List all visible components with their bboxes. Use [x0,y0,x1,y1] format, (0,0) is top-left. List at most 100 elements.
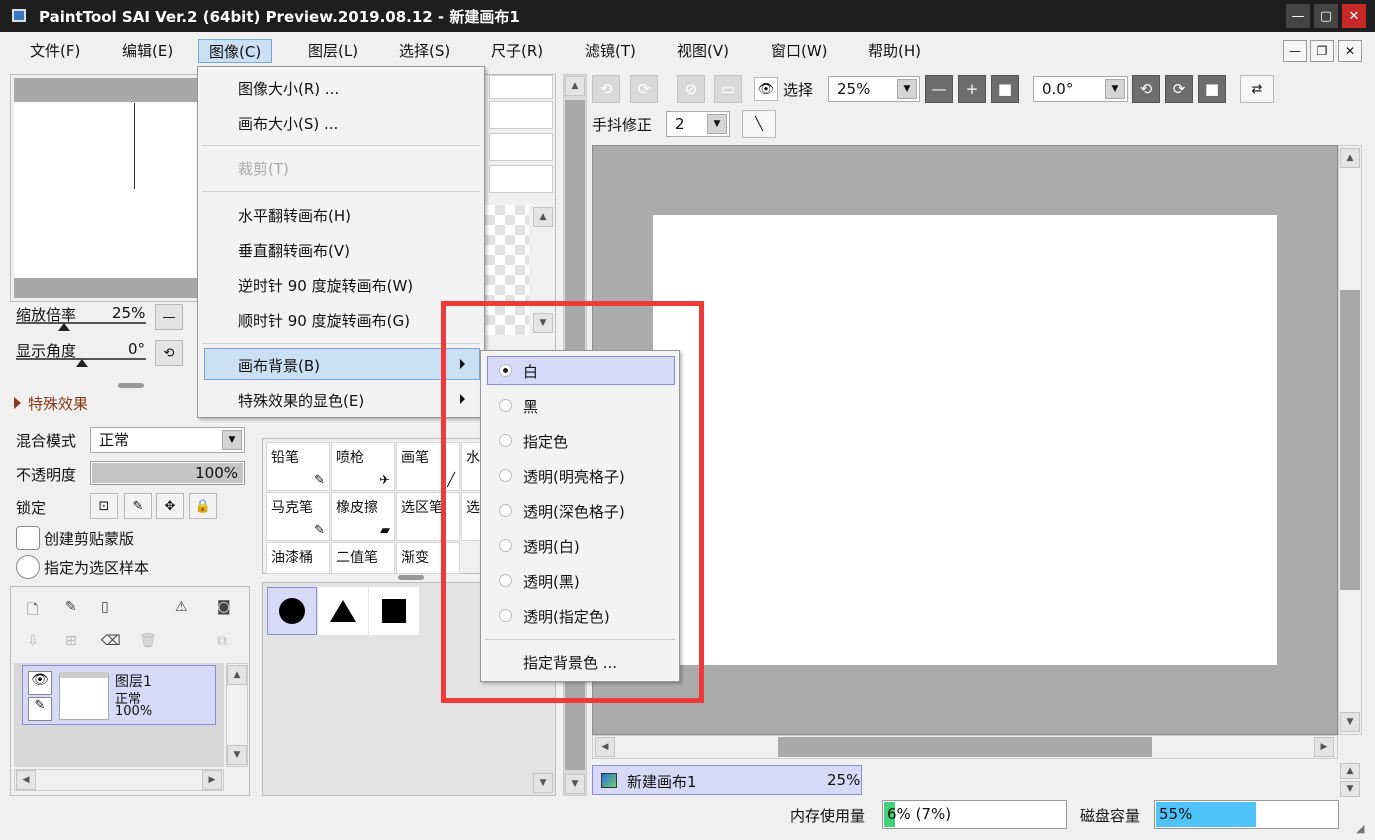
radio-black[interactable] [499,399,512,412]
flip-horizontal-icon[interactable]: ⇄ [1240,75,1274,103]
color-field-2[interactable] [489,101,553,129]
trash-icon[interactable]: 🗑 [139,633,157,649]
new-layer-icon[interactable]: 🗋 [27,599,38,623]
canvas-scroll-down[interactable]: ▼ [1340,712,1360,732]
radio-transparent-dark[interactable] [499,504,512,517]
canvas-vscroll-thumb[interactable] [1340,290,1360,590]
canvas-scroll-right[interactable]: ▶ [1314,737,1334,757]
menu-image[interactable]: 图像(C) [198,39,273,63]
zoom-slider[interactable] [16,322,146,324]
show-selection-eye-icon[interactable]: 👁 [754,77,778,101]
color-field-1[interactable] [489,75,553,99]
bg-option-custom[interactable]: 指定色 [523,431,568,452]
menu-select[interactable]: 选择(S) [389,39,460,63]
menu-item-flip-h[interactable]: 水平翻转画布(H) [238,205,351,226]
close-button[interactable]: ✕ [1342,4,1366,28]
canvas-paper[interactable] [653,215,1277,665]
zoom-out-button[interactable]: — [925,75,953,103]
zoom-slider-thumb[interactable] [58,323,70,331]
color-field-3[interactable] [489,133,553,161]
side-scroll-up[interactable]: ▲ [565,76,585,96]
angle-slider-thumb[interactable] [76,359,88,367]
new-linework-icon[interactable]: ✎ [65,599,77,615]
tool-binary[interactable]: 二值笔 [331,542,395,574]
menu-layer[interactable]: 图层(L) [298,39,368,63]
shape-square[interactable] [369,587,419,635]
merge-down-icon[interactable]: ⇩ [27,633,39,649]
effects-label[interactable]: 特殊效果 [28,393,88,414]
layer-scroll-left[interactable]: ◀ [16,770,36,790]
lock-move-icon[interactable]: ✥ [156,493,184,519]
add-icon[interactable]: ⊞ [65,633,77,649]
menu-item-effect-color[interactable]: 特殊效果的显色(E) [238,390,364,411]
menu-view[interactable]: 视图(V) [667,39,739,63]
shape-scroll-down[interactable]: ▼ [533,773,553,793]
menu-item-rotate-ccw[interactable]: 逆时针 90 度旋转画布(W) [238,275,413,296]
tab-scroll-up[interactable]: ▲ [1340,763,1360,779]
bg-option-transparent-black[interactable]: 透明(黑) [523,571,580,592]
visibility-eye-icon[interactable]: 👁 [28,671,52,695]
edit-pencil-icon[interactable]: ✎ [28,697,52,721]
menu-edit[interactable]: 编辑(E) [112,39,183,63]
side-scroll-down[interactable]: ▼ [565,774,585,794]
mdi-close-button[interactable]: ✕ [1338,40,1362,62]
zoom-reset-button[interactable]: ■ [991,75,1019,103]
rotate-ccw-toolbar-button[interactable]: ⟲ [1132,75,1160,103]
stabilizer-select[interactable]: 2 ▼ [666,111,730,137]
bg-option-transparent-custom[interactable]: 透明(指定色) [523,606,610,627]
bg-option-transparent-light[interactable]: 透明(明亮格子) [523,466,625,487]
tool-brush[interactable]: 画笔 ╱ [396,442,460,491]
maximize-button[interactable]: ▢ [1314,4,1338,28]
menu-item-canvas-size[interactable]: 画布大小(S) ... [238,113,338,134]
sample-checkbox[interactable] [16,555,40,579]
bg-option-black[interactable]: 黑 [523,396,538,417]
tool-gradient[interactable]: 渐变 [396,542,460,574]
canvas-hscroll-thumb[interactable] [778,737,1152,757]
lock-all-icon[interactable]: 🔒 [189,493,217,519]
menu-filter[interactable]: 滤镜(T) [575,39,646,63]
radio-transparent-light[interactable] [499,469,512,482]
color-field-4[interactable] [489,165,553,193]
tool-pencil[interactable]: 铅笔 ✎ [266,442,330,491]
swatch-grid[interactable] [485,205,529,335]
effects-expander-icon[interactable] [14,397,21,409]
menu-window[interactable]: 窗口(W) [761,39,838,63]
bg-option-transparent-white[interactable]: 透明(白) [523,536,580,557]
bg-option-transparent-dark[interactable]: 透明(深色格子) [523,501,625,522]
menu-file[interactable]: 文件(F) [20,39,90,63]
radio-transparent-white[interactable] [499,539,512,552]
duplicate-icon[interactable]: ⧉ [217,633,227,649]
canvas-scroll-left[interactable]: ◀ [595,737,615,757]
sample-label[interactable]: 指定为选区样本 [44,557,149,578]
tool-splitter[interactable] [398,575,424,580]
deselect-button[interactable]: ⊘ [677,75,705,103]
layer-effect-icon[interactable]: ⚠ [175,599,188,615]
zoom-minus-button[interactable]: — [155,304,183,330]
tool-selpen[interactable]: 选区笔 [396,492,460,541]
menu-item-flip-v[interactable]: 垂直翻转画布(V) [238,240,350,261]
layer-scroll-right[interactable]: ▶ [202,770,222,790]
layer-scroll-down[interactable]: ▼ [227,745,247,765]
clear-icon[interactable]: ⌫ [101,633,121,649]
tool-bucket[interactable]: 油漆桶 [266,542,330,574]
tab-scroll-down[interactable]: ▼ [1340,781,1360,797]
tool-marker[interactable]: 马克笔 ✎ [266,492,330,541]
clip-checkbox[interactable] [16,526,40,550]
canvas-viewport[interactable] [592,145,1338,735]
rotate-ccw-button[interactable]: ⟲ [155,340,183,366]
radio-white[interactable] [499,364,512,377]
shape-triangle[interactable] [318,587,368,635]
redo-button[interactable]: ⟳ [630,75,658,103]
opacity-bar[interactable]: 100% [90,461,245,485]
tool-eraser[interactable]: 橡皮擦 ▰ [331,492,395,541]
layer-hscroll[interactable] [14,769,224,791]
radio-transparent-black[interactable] [499,574,512,587]
shape-circle[interactable] [267,587,317,635]
radio-transparent-custom[interactable] [499,609,512,622]
blend-mode-select[interactable]: 正常 ▼ [90,427,245,453]
layer-row[interactable]: 👁 ✎ 图层1 正常 100% [22,665,216,725]
undo-button[interactable]: ⟲ [592,75,620,103]
zoom-select[interactable]: 25% ▼ [828,76,920,102]
radio-custom[interactable] [499,434,512,447]
layer-scroll-up[interactable]: ▲ [227,665,247,685]
